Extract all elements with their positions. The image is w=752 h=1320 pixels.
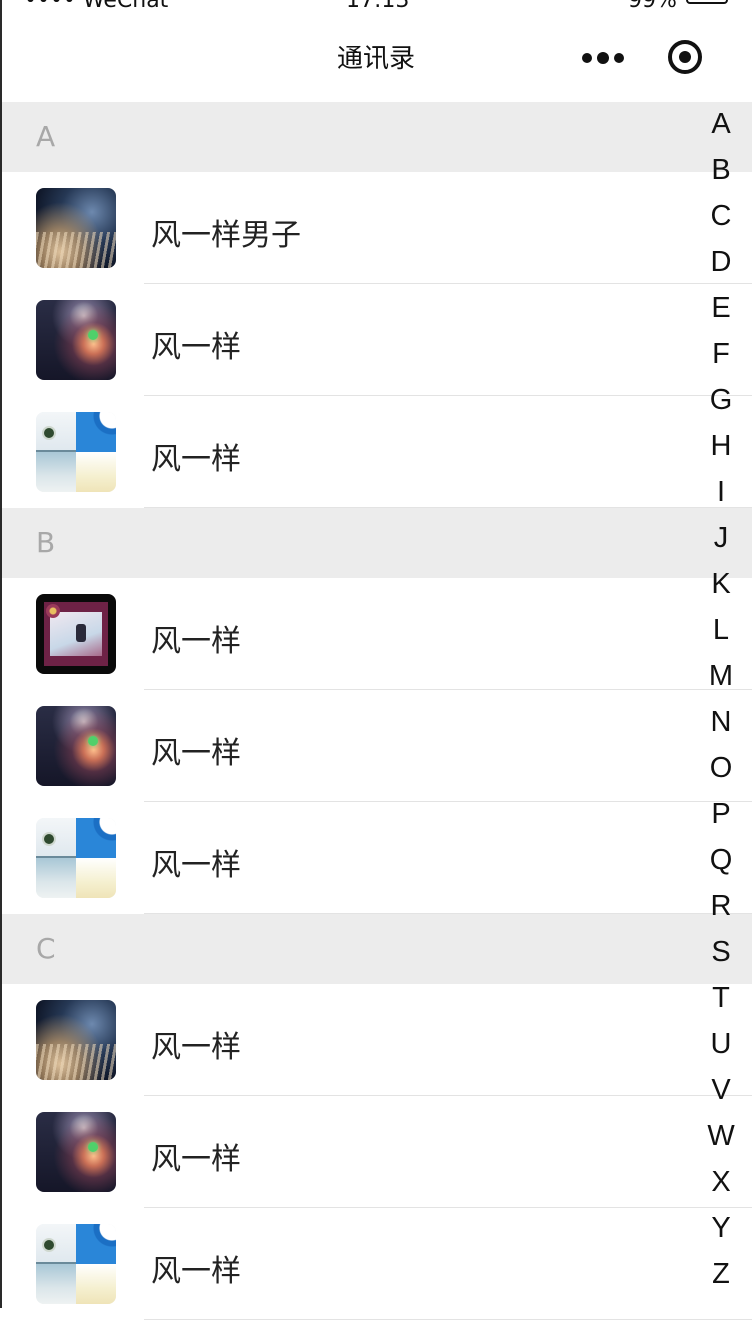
- avatar[interactable]: [36, 818, 116, 898]
- contact-name: 风一样: [151, 848, 241, 883]
- clock: 17:13: [346, 0, 409, 12]
- contact-row[interactable]: 风一样: [0, 984, 752, 1096]
- index-letter-k[interactable]: K: [690, 568, 752, 601]
- avatar[interactable]: [36, 300, 116, 380]
- contact-name: 风一样: [151, 1254, 241, 1289]
- contact-row[interactable]: 风一样: [0, 690, 752, 802]
- index-letter-s[interactable]: S: [690, 936, 752, 969]
- contact-name: 风一样: [151, 1030, 241, 1065]
- contact-list[interactable]: A 风一样男子 风一样 风一样 B 风一样 风一样 风一样 C 风一样 风一样 风一样: [0, 102, 752, 1320]
- index-letter-x[interactable]: X: [690, 1166, 752, 1199]
- page-title: 通讯录: [336, 44, 415, 74]
- avatar[interactable]: [36, 706, 116, 786]
- index-letter-y[interactable]: Y: [690, 1212, 752, 1245]
- contact-name: 风一样男子: [151, 218, 301, 253]
- avatar[interactable]: [36, 412, 116, 492]
- navigation-bar: 通讯录: [0, 12, 752, 102]
- index-letter-n[interactable]: N: [690, 706, 752, 739]
- contact-row[interactable]: 风一样: [0, 1096, 752, 1208]
- avatar[interactable]: [36, 594, 116, 674]
- index-letter-r[interactable]: R: [690, 890, 752, 923]
- section-letter: C: [36, 932, 56, 965]
- index-letter-h[interactable]: H: [690, 430, 752, 463]
- section-header: A: [0, 102, 752, 172]
- index-letter-v[interactable]: V: [690, 1074, 752, 1107]
- index-letter-z[interactable]: Z: [690, 1258, 752, 1291]
- index-letter-j[interactable]: J: [690, 522, 752, 555]
- contact-name: 风一样: [151, 624, 241, 659]
- contact-row[interactable]: 风一样: [0, 284, 752, 396]
- status-bar: •••• WeChat 17:13 99%: [0, 0, 752, 12]
- contact-row[interactable]: 风一样: [0, 578, 752, 690]
- carrier-label: •••• WeChat: [24, 0, 168, 12]
- index-letter-t[interactable]: T: [690, 982, 752, 1015]
- target-close-icon[interactable]: [668, 40, 704, 76]
- avatar[interactable]: [36, 1112, 116, 1192]
- index-letter-g[interactable]: G: [690, 384, 752, 417]
- avatar[interactable]: [36, 188, 116, 268]
- section-letter: B: [36, 526, 56, 559]
- avatar[interactable]: [36, 1000, 116, 1080]
- avatar[interactable]: [36, 1224, 116, 1304]
- index-letter-f[interactable]: F: [690, 338, 752, 371]
- index-letter-l[interactable]: L: [690, 614, 752, 647]
- index-letter-q[interactable]: Q: [690, 844, 752, 877]
- index-letter-b[interactable]: B: [690, 154, 752, 187]
- index-letter-p[interactable]: P: [690, 798, 752, 831]
- battery-icon: [686, 0, 728, 4]
- index-letter-c[interactable]: C: [690, 200, 752, 233]
- index-letter-m[interactable]: M: [690, 660, 752, 693]
- index-letter-e[interactable]: E: [690, 292, 752, 325]
- window-edge: [0, 0, 2, 1308]
- index-letter-w[interactable]: W: [690, 1120, 752, 1153]
- contact-row[interactable]: 风一样男子: [0, 172, 752, 284]
- battery-percent: 99%: [628, 0, 677, 12]
- more-dots-icon[interactable]: [578, 46, 628, 70]
- index-letter-i[interactable]: I: [690, 476, 752, 509]
- section-header: B: [0, 508, 752, 578]
- index-letter-u[interactable]: U: [690, 1028, 752, 1061]
- contact-name: 风一样: [151, 1142, 241, 1177]
- contact-name: 风一样: [151, 330, 241, 365]
- contact-row[interactable]: 风一样: [0, 396, 752, 508]
- contact-name: 风一样: [151, 736, 241, 771]
- alphabet-index-bar[interactable]: ABCDEFGHIJKLMNOPQRSTUVWXYZ: [690, 102, 752, 1308]
- contact-row[interactable]: 风一样: [0, 1208, 752, 1320]
- index-letter-d[interactable]: D: [690, 246, 752, 279]
- section-letter: A: [36, 120, 56, 153]
- index-letter-o[interactable]: O: [690, 752, 752, 785]
- contact-name: 风一样: [151, 442, 241, 477]
- section-header: C: [0, 914, 752, 984]
- index-letter-a[interactable]: A: [690, 108, 752, 141]
- contact-row[interactable]: 风一样: [0, 802, 752, 914]
